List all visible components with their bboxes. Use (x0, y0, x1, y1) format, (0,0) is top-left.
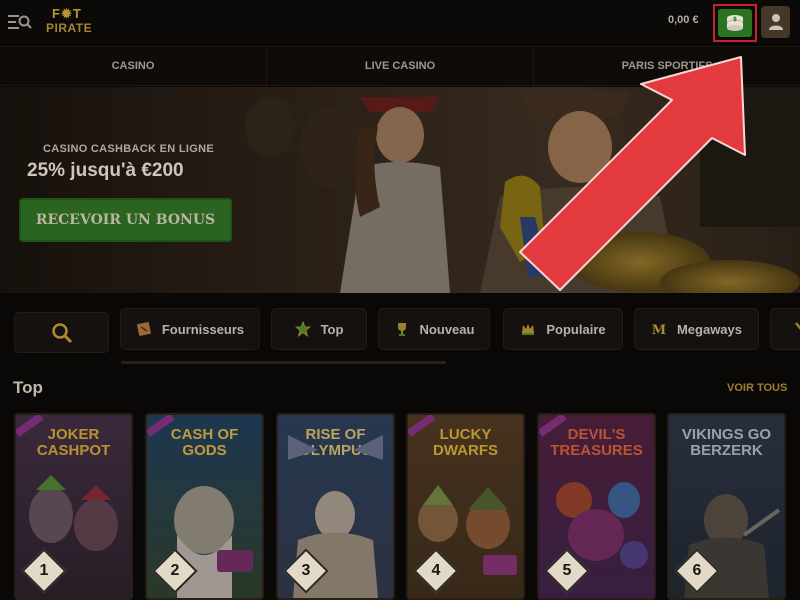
crown-icon (522, 324, 535, 335)
rank-number: 5 (562, 562, 572, 579)
coins-icon: $ (727, 15, 743, 31)
chip-more[interactable] (770, 308, 800, 350)
game-card[interactable]: Rise of Olympus 3 (276, 413, 395, 600)
banner-headline: 25% jusqu'à €200 (27, 160, 184, 181)
chip-label: Nouveau (419, 321, 475, 337)
game-card[interactable]: Devil's Treasures 5 (537, 413, 656, 600)
logo-text-bottom: PIRATE (46, 21, 93, 35)
game-card[interactable]: Lucky Dwarfs 4 (406, 413, 525, 600)
wallet-button[interactable]: $ (713, 4, 757, 42)
chip-nouveau[interactable]: Nouveau (378, 308, 490, 350)
site-logo[interactable]: F✹T PIRATE (44, 4, 100, 38)
megaways-icon: M (652, 323, 666, 337)
account-button[interactable] (761, 6, 790, 38)
menu-search-icon[interactable] (8, 12, 32, 32)
logo-text-top: F✹T (52, 6, 82, 21)
receive-bonus-button[interactable]: RECEVOIR UN BONUS (19, 198, 232, 242)
banner-kicker: CASINO CASHBACK EN LIGNE (43, 143, 214, 155)
balance-amount[interactable]: 0,00 € (668, 14, 699, 26)
category-filters: Fournisseurs Top Nouveau Populaire M Meg… (0, 306, 800, 356)
filters-scrollbar[interactable] (121, 361, 446, 364)
game-card[interactable]: Cash of Gods 2 (145, 413, 264, 600)
tab-live-casino[interactable]: LIVE CASINO (267, 47, 534, 85)
tab-paris-sportifs[interactable]: PARIS SPORTIFS (534, 47, 800, 85)
chip-label: Populaire (546, 321, 606, 337)
rank-number: 2 (170, 562, 180, 579)
banner-artwork (0, 87, 800, 293)
svg-text:M: M (652, 323, 666, 337)
chip-label: Fournisseurs (161, 321, 245, 337)
rank-number: 3 (301, 562, 311, 579)
search-icon (51, 322, 72, 343)
rank-number: 1 (39, 562, 49, 579)
svg-text:$: $ (733, 16, 737, 23)
star-icon (294, 321, 311, 337)
promo-banner[interactable]: CASINO CASHBACK EN LIGNE 25% jusqu'à €20… (0, 87, 800, 293)
chip-top[interactable]: Top (271, 308, 367, 350)
sword-icon (795, 322, 800, 331)
chip-megaways[interactable]: M Megaways (634, 308, 759, 350)
view-all-link[interactable]: VOIR TOUS (727, 382, 787, 394)
trophy-icon (397, 323, 406, 336)
rank-number: 6 (692, 562, 702, 579)
main-nav: CASINO LIVE CASINO PARIS SPORTIFS (0, 46, 800, 86)
game-card[interactable]: Joker Cashpot 1 (14, 413, 133, 600)
rank-number: 4 (431, 562, 441, 579)
tab-casino[interactable]: CASINO (0, 47, 267, 85)
chip-populaire[interactable]: Populaire (503, 308, 623, 350)
search-button[interactable] (14, 312, 109, 353)
chip-label: Top (320, 321, 344, 337)
top-header: F✹T PIRATE 0,00 € $ (0, 0, 800, 44)
user-icon (768, 14, 783, 30)
game-card[interactable]: Vikings go Berzerk 6 (667, 413, 786, 600)
section-title: Top (13, 378, 43, 397)
chip-label: Megaways (676, 321, 743, 337)
casino-page: F✹T PIRATE 0,00 € $ CASINO LIVE CASINO P… (0, 0, 800, 600)
chip-fournisseurs[interactable]: Fournisseurs (120, 308, 260, 350)
map-icon (136, 322, 151, 336)
top-games-row: Joker Cashpot 1 Cash of Gods 2 Rise of O… (0, 413, 800, 600)
